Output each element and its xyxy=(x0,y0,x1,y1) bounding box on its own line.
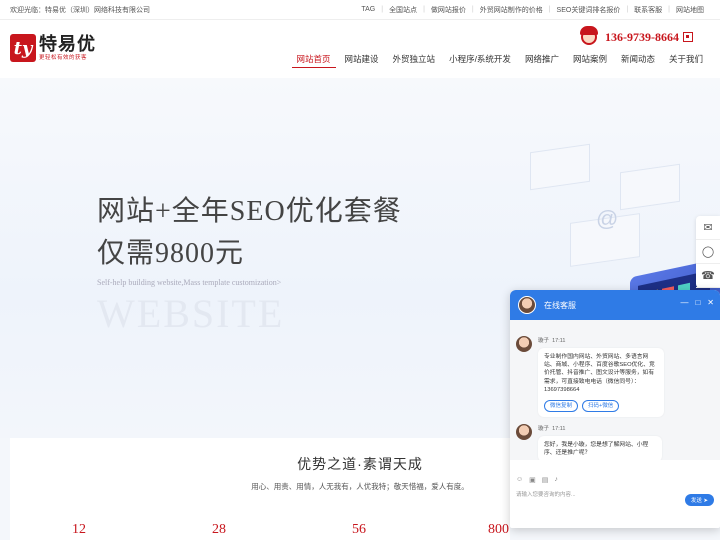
nav-promotion[interactable]: 网络推广 xyxy=(518,52,566,68)
nav-foreign-trade[interactable]: 外贸独立站 xyxy=(386,52,443,68)
logo-mark: ty xyxy=(10,34,36,62)
chat-icon[interactable]: ✉ xyxy=(696,216,720,240)
copy-wechat-button[interactable]: 微信复制 xyxy=(544,400,579,413)
logo[interactable]: ty 特易优 更轻松有效的获客 xyxy=(10,34,96,62)
chat-input[interactable]: 请输入您要咨询的内容... xyxy=(516,490,576,498)
agent-avatar xyxy=(516,424,532,440)
message-text: 专业制作国内网站、外贸网站、多语言网站、商城、小程序、百度谷歌SEO优化、竞价托… xyxy=(544,354,655,393)
emoji-icon[interactable]: ☺ xyxy=(516,476,523,484)
hero-subtitle[interactable]: Self-help building website,Mass template… xyxy=(97,278,281,287)
chat-window: 在线客服 — □ ✕ 璇子 17:11 专业制作国内网站、外贸网站、多语言网站、… xyxy=(510,290,720,528)
sender-name: 璇子 xyxy=(538,338,550,344)
chat-message: 璇子 17:11 您好，我是小璇，您是想了解网站、小程序、还是推广呢？ xyxy=(516,424,662,460)
top-link-quote[interactable]: 做网站报价 xyxy=(425,5,472,15)
stat-value: 28 xyxy=(212,522,226,537)
top-link-service[interactable]: 联系客服 xyxy=(628,5,668,15)
service-avatar-icon xyxy=(578,24,600,50)
header: ty 特易优 更轻松有效的获客 136-9739-8664 网站首页 网站建设 … xyxy=(0,20,720,78)
chat-title: 在线客服 xyxy=(544,300,576,310)
stat-value: 12 xyxy=(72,522,86,537)
scan-wechat-button[interactable]: 扫码+微信 xyxy=(582,400,620,413)
sound-icon[interactable]: ♪ xyxy=(554,476,558,484)
logo-name: 特易优 xyxy=(39,34,96,54)
hero-line-1: 网站+全年SEO优化套餐 xyxy=(97,196,402,227)
message-text: 您好，我是小璇，您是想了解网站、小程序、还是推广呢？ xyxy=(544,442,649,457)
nav-news[interactable]: 新闻动态 xyxy=(614,52,662,68)
side-toolbar: ✉ ◯ ☎ xyxy=(696,216,720,288)
nav-about[interactable]: 关于我们 xyxy=(662,52,710,68)
phone-icon[interactable]: ☎ xyxy=(696,264,720,288)
top-link-seo-price[interactable]: SEO关键词排名报价 xyxy=(551,5,627,15)
message-time: 17:11 xyxy=(552,338,566,344)
top-links: TAG | 全国站点 | 做网站报价 | 外贸网站制作的价格 | SEO关键词排名报价 |… xyxy=(355,5,710,15)
phone-contact: 136-9739-8664 xyxy=(578,24,693,50)
chat-message: 璇子 17:11 专业制作国内网站、外贸网站、多语言网站、商城、小程序、百度谷歌… xyxy=(516,336,664,418)
at-sign-icon: @ xyxy=(596,206,619,231)
top-bar: 欢迎光临：特易优（深圳）网络科技有限公司 TAG | 全国站点 | 做网站报价 | 外… xyxy=(0,0,720,20)
minimize-icon[interactable]: — xyxy=(680,298,688,307)
logo-slogan: 更轻松有效的获客 xyxy=(39,55,88,61)
agent-avatar xyxy=(518,296,536,314)
maximize-icon[interactable]: □ xyxy=(695,298,700,307)
nav-home[interactable]: 网站首页 xyxy=(290,52,338,68)
main-nav: 网站首页 网站建设 外贸独立站 小程序/系统开发 网络推广 网站案例 新闻动态 … xyxy=(290,52,710,68)
stat-value: 56 xyxy=(352,522,366,537)
hero-watermark: WEBSITE xyxy=(97,291,285,336)
phone-number: 136-9739-8664 xyxy=(605,29,679,44)
qr-code-icon[interactable] xyxy=(683,32,693,42)
envelope-graphic xyxy=(620,163,680,211)
chat-toolbar: ☺ ▣ ▤ ♪ xyxy=(516,476,564,484)
stat-value: 800 xyxy=(488,522,509,537)
qq-icon[interactable]: ◯ xyxy=(696,240,720,264)
message-time: 17:11 xyxy=(552,426,566,432)
hero-line-2: 仅需9800元 xyxy=(97,238,245,269)
send-button[interactable]: 发送 ➤ xyxy=(684,494,714,506)
sender-name: 璇子 xyxy=(538,426,550,432)
nav-website-building[interactable]: 网站建设 xyxy=(338,52,386,68)
message-bubble: 专业制作国内网站、外贸网站、多语言网站、商城、小程序、百度谷歌SEO优化、竞价托… xyxy=(538,348,664,418)
close-icon[interactable]: ✕ xyxy=(707,298,714,307)
message-bubble: 您好，我是小璇，您是想了解网站、小程序、还是推广呢？ xyxy=(538,436,662,460)
file-icon[interactable]: ▤ xyxy=(542,476,549,484)
top-link-sites[interactable]: 全国站点 xyxy=(383,5,423,15)
chat-header[interactable]: 在线客服 — □ ✕ xyxy=(510,290,720,320)
nav-miniprogram[interactable]: 小程序/系统开发 xyxy=(442,52,518,68)
nav-cases[interactable]: 网站案例 xyxy=(566,52,614,68)
top-link-tag[interactable]: TAG xyxy=(355,6,381,13)
top-link-sitemap[interactable]: 网站地图 xyxy=(670,5,710,15)
image-icon[interactable]: ▣ xyxy=(529,476,536,484)
top-link-foreign-price[interactable]: 外贸网站制作的价格 xyxy=(474,5,549,15)
agent-avatar xyxy=(516,336,532,352)
envelope-graphic xyxy=(530,143,590,191)
hero-title: 网站+全年SEO优化套餐 仅需9800元 xyxy=(97,191,402,275)
chat-messages: 璇子 17:11 专业制作国内网站、外贸网站、多语言网站、商城、小程序、百度谷歌… xyxy=(510,320,720,460)
welcome-text: 欢迎光临：特易优（深圳）网络科技有限公司 xyxy=(10,6,150,14)
advantage-section: 优势之道·素谓天成 用心、用责、用情，人无我有，人优我特；敬天惜福，爱人有度。 … xyxy=(10,438,510,540)
